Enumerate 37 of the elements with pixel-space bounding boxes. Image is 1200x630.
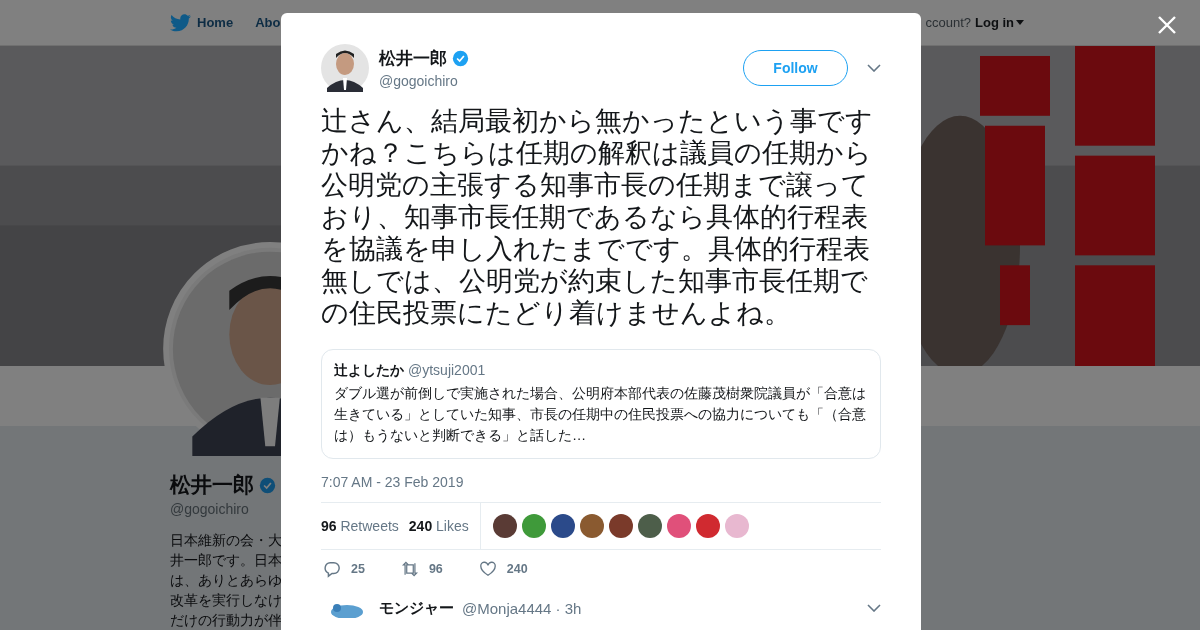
action-button[interactable]: 240	[478, 560, 528, 578]
reply-meta: @Monja4444 · 3h	[462, 599, 582, 617]
quoted-author-name: 辻よしたか	[334, 362, 404, 380]
profile-handle: @gogoichiro	[170, 501, 250, 517]
login-link[interactable]: Log in	[975, 15, 1024, 30]
stat-link[interactable]: 96 Retweets	[321, 518, 399, 534]
bio-text: 井一郎です。日本	[170, 552, 281, 570]
profile-name: 松井一郎	[170, 472, 254, 498]
quoted-author-handle: @ytsuji2001	[408, 362, 486, 378]
about-link[interactable]: Abo	[255, 15, 281, 30]
liker-avatar[interactable]	[608, 514, 633, 538]
bio-text: だけの行動力が伴	[170, 612, 281, 630]
stat-link[interactable]: 240 Likes	[408, 518, 469, 534]
bird-icon	[170, 13, 191, 32]
action-button[interactable]: 25	[323, 560, 365, 578]
home-link[interactable]: Home	[170, 13, 234, 32]
tweet-timestamp: 7:07 AM - 23 Feb 2019	[321, 474, 465, 490]
close-icon	[1157, 15, 1177, 35]
account-prompt: ccount?	[925, 15, 971, 30]
quoted-tweet-card[interactable]: 辻よしたか @ytsuji2001 ダブル選が前倒しで実施された場合、公明府本部代表の佐藤茂樹衆院議員が「合意は生きている」としていた知事、市長の任期中の住民投票への協力についても「（合意は）もうないと判断できる」と話した…	[321, 349, 881, 459]
quoted-tweet-text: ダブル選が前倒しで実施された場合、公明府本部代表の佐藤茂樹衆院議員が「合意は生きている」としていた知事、市長の任期中の住民投票への協力についても「（合意は）もうないと判断できる」と話した…	[334, 384, 867, 445]
caret-icon	[1016, 20, 1024, 25]
liker-avatar[interactable]	[637, 514, 662, 538]
liker-avatar[interactable]	[492, 514, 517, 538]
verified-icon	[259, 476, 276, 494]
bio-text: 日本維新の会・大	[170, 532, 281, 550]
reply-icon	[323, 560, 341, 578]
bio-text: は、ありとあらゆ	[170, 572, 281, 590]
retweet-icon	[400, 560, 419, 578]
chevron-down-icon[interactable]	[867, 604, 881, 612]
liker-avatar[interactable]	[550, 514, 575, 538]
liker-avatar[interactable]	[579, 514, 604, 538]
reply-author-name: モンジャー	[379, 598, 454, 618]
liker-avatar[interactable]	[695, 514, 720, 538]
heart-icon	[478, 560, 497, 578]
bio-text: 改革を実行しなけ	[170, 592, 281, 610]
action-button[interactable]: 96	[400, 560, 443, 578]
